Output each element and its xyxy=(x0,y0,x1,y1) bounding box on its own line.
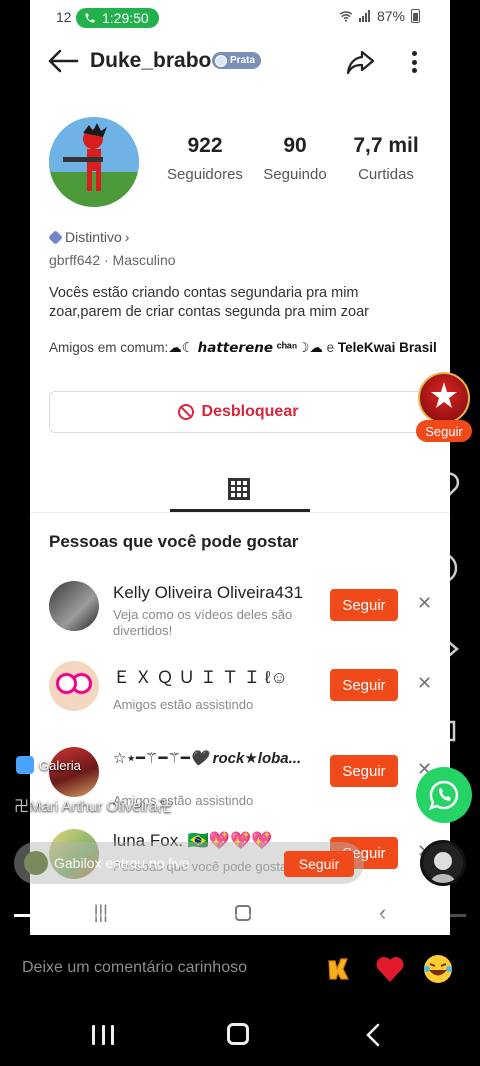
suggestion-subtitle: Amigos estão assistindo xyxy=(113,697,254,712)
galeria-label: Galeria xyxy=(39,757,81,773)
level-badge[interactable]: Prata xyxy=(212,52,262,69)
viewer-avatar[interactable] xyxy=(420,840,466,886)
back-icon[interactable] xyxy=(364,1023,384,1047)
back-arrow-icon[interactable] xyxy=(46,48,80,74)
guest-text: Gabilox entrou no live xyxy=(54,855,190,871)
unblock-button[interactable]: Desbloquear xyxy=(49,391,427,433)
kwai-emoji-icon[interactable] xyxy=(326,953,358,985)
follow-button[interactable]: Seguir xyxy=(330,589,398,621)
laughing-emoji-icon[interactable] xyxy=(422,953,454,985)
whatsapp-button[interactable] xyxy=(416,767,472,823)
battery-icon xyxy=(411,9,420,23)
streamer-avatar xyxy=(418,372,470,424)
profile-topbar: Duke_brabo Prata xyxy=(30,38,450,86)
dismiss-close-icon[interactable]: ✕ xyxy=(417,673,432,694)
likes-count: 7,7 mil xyxy=(353,134,419,157)
dismiss-close-icon[interactable]: ✕ xyxy=(417,593,432,614)
profile-avatar[interactable] xyxy=(49,117,139,207)
inner-nav-bar: ||| ‹ xyxy=(30,890,450,935)
kwai-emoji-shape xyxy=(328,958,349,980)
profile-bio: Vocês estão criando contas segundaria pr… xyxy=(49,285,369,320)
following-label: Seguindo xyxy=(263,166,327,183)
followers-label: Seguidores xyxy=(167,166,243,183)
unblock-label: Desbloquear xyxy=(201,403,299,420)
laughing-emoji-shape xyxy=(424,955,452,983)
suggestion-avatar[interactable] xyxy=(49,661,99,711)
tab-grid-icon[interactable] xyxy=(228,478,250,500)
galeria-shortcut[interactable]: Galeria xyxy=(16,755,81,775)
status-time: 12 xyxy=(56,9,72,25)
distintivo-label: Distintivo xyxy=(65,229,122,245)
live-progress-fill xyxy=(14,914,60,917)
level-badge-label: Prata xyxy=(230,55,256,66)
gallery-icon xyxy=(16,756,34,774)
avatar-image xyxy=(49,117,139,207)
comment-icon[interactable] xyxy=(422,548,462,588)
live-progress-bar xyxy=(14,914,466,917)
suggestion-name[interactable]: ☆⋆━⚚━⚚━🖤 rock★loba... xyxy=(113,749,301,767)
gift-icon[interactable] xyxy=(422,706,462,746)
profile-username: Duke_brabo xyxy=(90,49,212,72)
badge-icon xyxy=(215,54,227,67)
distintivo-link[interactable]: Distintivo › xyxy=(48,229,130,245)
battery-percent: 87% xyxy=(376,8,405,24)
inner-home-icon[interactable] xyxy=(235,904,252,921)
signal-icon xyxy=(358,10,370,22)
chevron-right-icon: › xyxy=(124,229,130,245)
streamer-follow-button[interactable]: Seguir xyxy=(416,420,472,442)
stat-likes[interactable]: 7,7 mil Curtidas xyxy=(344,134,428,183)
comment-input[interactable]: Deixe um comentário carinhoso xyxy=(22,959,247,977)
guest-follow-button[interactable]: Seguir xyxy=(284,851,354,877)
mutual-friend-1: ☁☾ 𝙝𝙖𝙩𝙩𝙚𝙧𝙚𝙣𝙚 ᶜʰᵃⁿ☽☁ xyxy=(168,340,323,355)
inner-recents-icon[interactable]: ||| xyxy=(94,902,108,923)
mutual-friend-2: TeleKwai Brasil xyxy=(337,340,437,355)
followers-count: 922 xyxy=(187,134,223,157)
profile-id-gender: gbrff642 · Masculino xyxy=(49,252,176,268)
phone-icon xyxy=(85,13,95,23)
call-indicator[interactable]: 1:29:50 xyxy=(76,8,159,28)
system-nav-bar xyxy=(0,1001,480,1066)
suggestions-title: Pessoas que você pode gostar xyxy=(49,532,299,551)
stat-followers[interactable]: 922 Seguidores xyxy=(166,134,244,183)
live-guest-banner: Gabilox entrou no live Seguir xyxy=(14,842,364,884)
viewer-avatar-image xyxy=(431,852,455,883)
suggestion-name[interactable]: Ｅ Ｘ Ｑ Ｕ Ｉ Ｔ Ｉ ℓ☺ xyxy=(113,663,288,688)
streamer-follow-widget[interactable]: Seguir xyxy=(416,372,472,442)
mutual-friends-prefix: Amigos em comum: xyxy=(49,340,169,355)
recents-icon[interactable] xyxy=(92,1025,114,1045)
status-right: 87% xyxy=(339,8,420,24)
content-tabs xyxy=(30,465,450,513)
heart-emoji-icon[interactable] xyxy=(374,953,406,985)
suggestion-item[interactable]: Ｅ Ｘ Ｑ Ｕ Ｉ Ｔ Ｉ ℓ☺ Amigos estão assistindo… xyxy=(49,661,439,721)
guest-avatar xyxy=(24,851,48,875)
follow-button[interactable]: Seguir xyxy=(330,669,398,701)
whatsapp-icon xyxy=(429,780,459,810)
suggestion-item[interactable]: Kelly Oliveira Oliveira431 Veja como os … xyxy=(49,581,439,641)
star-emblem-icon xyxy=(431,382,457,408)
following-count: 90 xyxy=(283,134,307,157)
mutual-friends[interactable]: Amigos em comum:☁☾ 𝙝𝙖𝙩𝙩𝙚𝙧𝙚𝙣𝙚 ᶜʰᵃⁿ☽☁ e Te… xyxy=(49,340,437,356)
mutual-friends-and: e xyxy=(322,340,338,355)
status-bar: 12 1:29:50 87% xyxy=(30,0,450,34)
call-timer: 1:29:50 xyxy=(102,10,149,26)
likes-label: Curtidas xyxy=(358,166,414,183)
suggestion-avatar[interactable] xyxy=(49,581,99,631)
suggestion-subtitle: Veja como os vídeos deles são divertidos… xyxy=(113,607,293,638)
suggestion-name[interactable]: Kelly Oliveira Oliveira431 xyxy=(113,583,303,603)
inner-back-icon[interactable]: ‹ xyxy=(379,900,386,926)
share-side-icon[interactable] xyxy=(422,630,462,670)
ban-icon xyxy=(177,404,194,420)
overlay-watermark-text: 卍Mari Arthur Oliveira卍 xyxy=(14,798,173,815)
wifi-icon xyxy=(339,11,353,22)
heart-emoji-shape xyxy=(376,957,404,982)
home-icon[interactable] xyxy=(227,1023,249,1045)
follow-button[interactable]: Seguir xyxy=(330,755,398,787)
heart-icon[interactable] xyxy=(422,468,462,508)
share-icon[interactable] xyxy=(346,48,376,76)
more-options-icon[interactable] xyxy=(408,48,420,76)
comment-bar: Deixe um comentário carinhoso xyxy=(0,935,480,1001)
stat-following[interactable]: 90 Seguindo xyxy=(258,134,332,183)
active-tab-indicator xyxy=(170,509,310,512)
distintivo-icon xyxy=(48,229,63,245)
